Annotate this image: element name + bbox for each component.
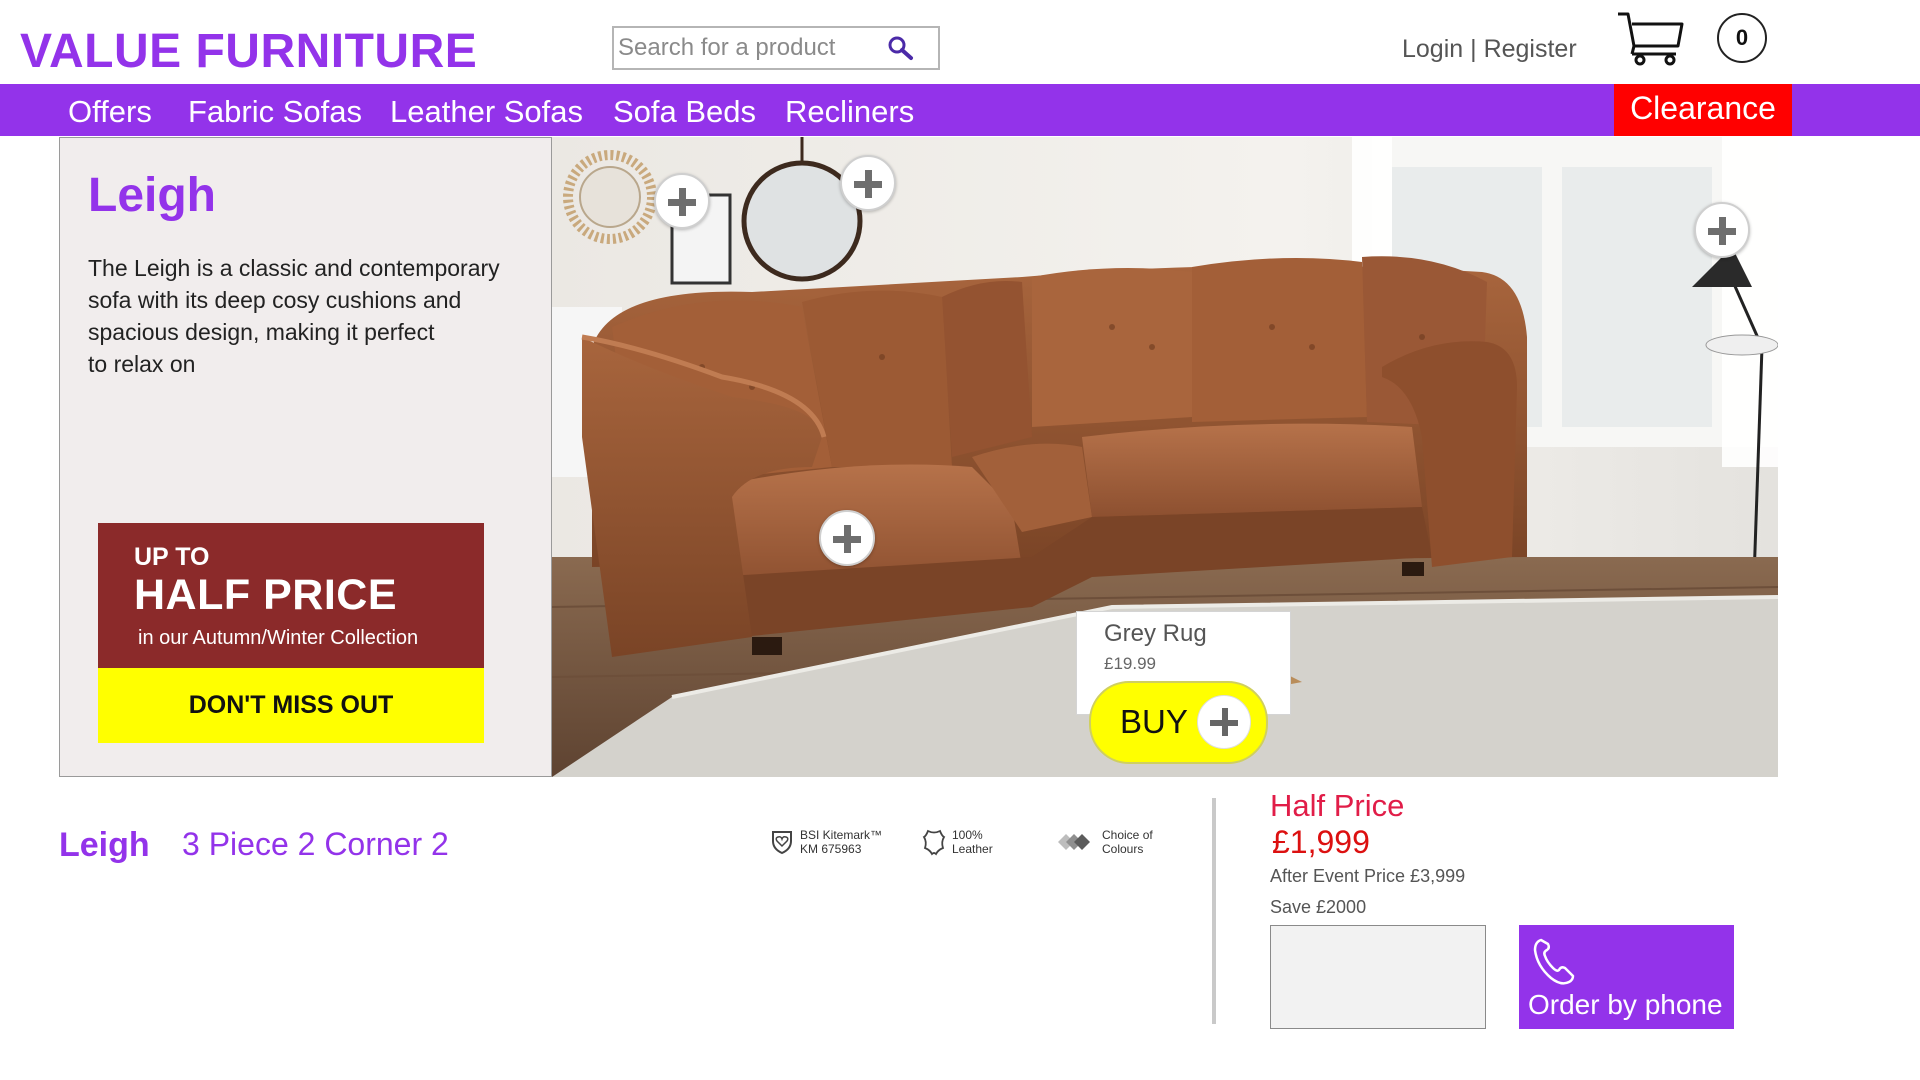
product-name: Leigh — [59, 826, 150, 864]
hero-description: The Leigh is a classic and contemporary … — [88, 255, 500, 377]
phone-icon — [1533, 938, 1575, 985]
after-event-price: After Event Price £3,999 — [1270, 866, 1466, 886]
search-input[interactable] — [614, 28, 884, 68]
order-by-phone-label: Order by phone — [1528, 989, 1723, 1020]
deal-label: Half Price — [1270, 788, 1405, 823]
saving-amount: Save £2000 — [1270, 897, 1367, 917]
promo-headline: HALF PRICE — [134, 571, 397, 619]
nav-item-offers[interactable]: Offers — [68, 94, 152, 130]
hotspot-floor-lamp-plus-icon[interactable] — [1694, 202, 1750, 258]
promo-up-to: UP TO — [134, 543, 210, 571]
search-icon[interactable] — [886, 34, 916, 64]
promo-cta-button[interactable]: DON'T MISS OUT — [98, 668, 484, 743]
price-divider — [1212, 798, 1216, 1024]
colour-swatch-icon — [1058, 834, 1090, 850]
cart-count-badge[interactable]: 0 — [1717, 13, 1767, 63]
nav-item-fabric-sofas[interactable]: Fabric Sofas — [188, 94, 362, 130]
badge-colours-text: Choice of Colours — [1102, 828, 1153, 856]
quantity-input[interactable] — [1270, 925, 1486, 1029]
nav-item-sofa-beds[interactable]: Sofa Beds — [613, 94, 756, 130]
site-logo[interactable]: VALUE FURNITURE — [20, 24, 477, 79]
promo-message: UP TO HALF PRICE in our Autumn/Winter Co… — [98, 523, 484, 668]
search-box — [612, 26, 940, 70]
nav-item-clearance[interactable]: Clearance — [1614, 84, 1792, 136]
hero-info-panel: Leigh The Leigh is a classic and contemp… — [59, 137, 552, 777]
badge-colours: Choice of Colours — [1056, 828, 1153, 856]
login-link[interactable]: Login — [1402, 35, 1463, 63]
register-link[interactable]: Register — [1484, 35, 1577, 63]
shield-heart-icon — [772, 831, 792, 855]
buy-button-label: BUY — [1120, 703, 1188, 740]
shopping-cart-icon[interactable] — [1616, 10, 1684, 66]
plus-icon — [1197, 695, 1251, 749]
hotspot-round-mirror-plus-icon[interactable] — [840, 155, 896, 211]
buy-button[interactable]: BUY — [1089, 681, 1268, 764]
nav-item-leather-sofas[interactable]: Leather Sofas — [390, 94, 583, 130]
nav-item-recliners[interactable]: Recliners — [785, 94, 914, 130]
hero-title: Leigh — [88, 169, 216, 222]
badge-kitemark-text: BSI Kitemark™ KM 675963 — [800, 828, 883, 856]
account-links: Login | Register — [1402, 35, 1577, 64]
order-by-phone-button[interactable]: Order by phone — [1519, 925, 1734, 1029]
product-variant[interactable]: 3 Piece 2 Corner 2 — [182, 826, 449, 863]
badge-kitemark: BSI Kitemark™ KM 675963 — [770, 828, 882, 856]
product-price: £1,999 — [1272, 824, 1370, 860]
hotspot-product-price: £19.99 — [1104, 654, 1156, 673]
hotspot-product-name: Grey Rug — [1104, 620, 1207, 647]
promo-subtext: in our Autumn/Winter Collection — [138, 627, 419, 649]
account-separator: | — [1463, 35, 1484, 63]
badge-leather: 100% Leather — [922, 828, 993, 856]
leather-hide-icon — [922, 829, 946, 856]
hotspot-wall-mirror-plus-icon[interactable] — [654, 173, 710, 229]
hotspot-sofa-plus-icon[interactable] — [819, 510, 875, 566]
promo-banner[interactable]: UP TO HALF PRICE in our Autumn/Winter Co… — [98, 523, 484, 743]
badge-leather-text: 100% Leather — [952, 828, 993, 856]
